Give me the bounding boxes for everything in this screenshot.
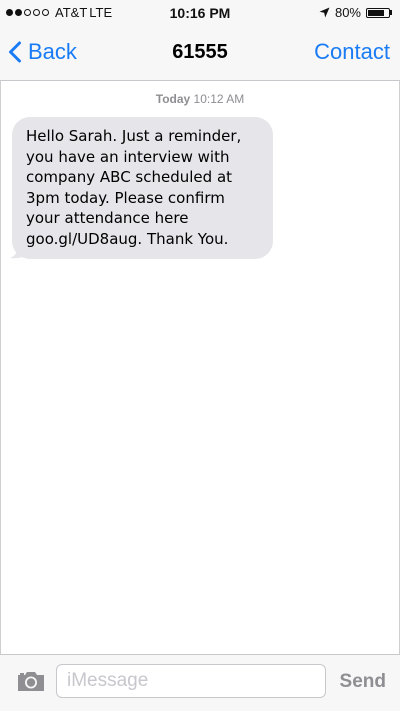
- incoming-message-bubble[interactable]: Hello Sarah. Just a reminder, you have a…: [12, 117, 273, 259]
- message-line: goo.gl/UD8aug. Thank You.: [26, 229, 229, 248]
- battery-icon: [366, 7, 392, 18]
- timestamp-day: Today: [155, 92, 191, 106]
- battery-body: [366, 7, 390, 18]
- battery-fill: [368, 9, 384, 16]
- contact-button[interactable]: Contact: [314, 39, 390, 65]
- battery-tip: [390, 10, 392, 15]
- camera-icon[interactable]: [16, 670, 46, 692]
- message-input-bar: Send: [0, 654, 400, 711]
- battery-percent: 80%: [334, 5, 361, 20]
- screen-frame: [0, 0, 400, 710]
- message-line: you have an interview with: [26, 147, 230, 166]
- status-right: 80%: [319, 5, 392, 20]
- message-line: 3pm today. Please confirm: [26, 188, 225, 207]
- location-arrow-icon: [319, 7, 330, 18]
- send-button[interactable]: Send: [340, 671, 386, 693]
- navigation-bar: Back 61555 Contact: [0, 26, 400, 81]
- imessage-input[interactable]: [56, 664, 326, 698]
- message-line: company ABC scheduled at: [26, 168, 233, 186]
- status-bar: AT&T LTE 10:16 PM 80%: [0, 0, 400, 26]
- timestamp-time: 10:12 AM: [193, 92, 245, 106]
- message-timestamp: Today 10:12 AM: [0, 92, 400, 106]
- message-item: Hello Sarah. Just a reminder, you have a…: [10, 117, 273, 259]
- message-line: Hello Sarah. Just a reminder,: [26, 127, 242, 145]
- message-line: your attendance here: [26, 209, 189, 227]
